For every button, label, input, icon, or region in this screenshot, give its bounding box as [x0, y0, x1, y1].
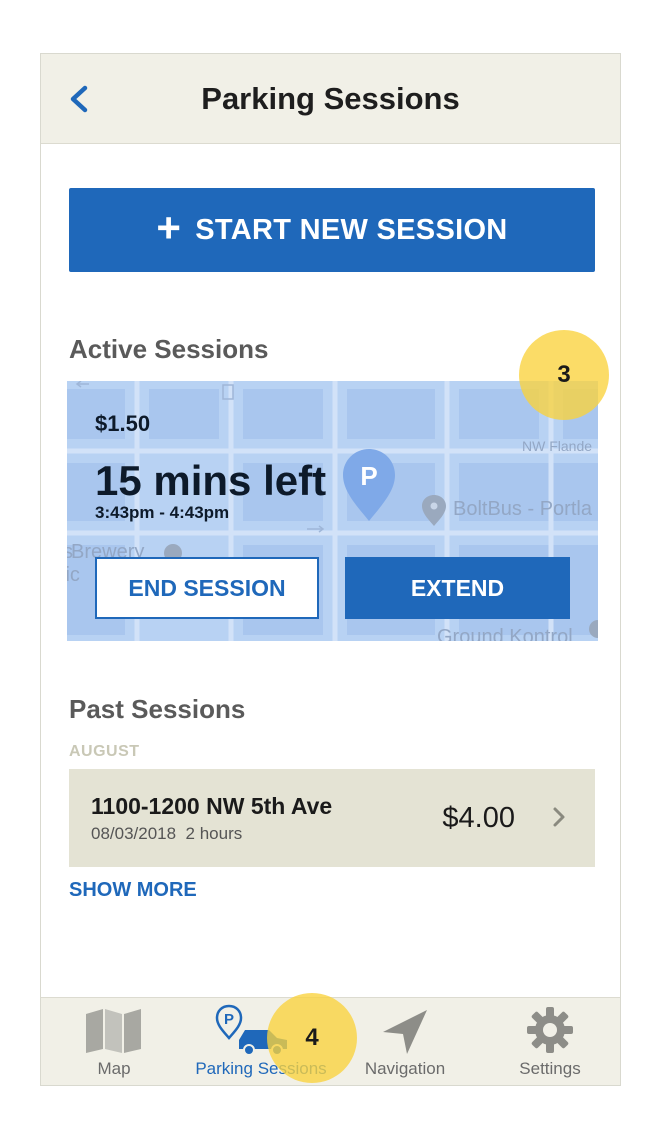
start-new-session-button[interactable]: + START NEW SESSION [69, 188, 595, 272]
tab-map-label: Map [97, 1059, 131, 1078]
header-bar: Parking Sessions [41, 54, 620, 144]
phone-screen: Parking Sessions + START NEW SESSION Act… [40, 53, 621, 1086]
session-price: $1.50 [95, 411, 151, 436]
map-label-street: NW Flande [522, 438, 592, 454]
past-sessions-heading: Past Sessions [69, 694, 246, 724]
session-time-left: 15 mins left [95, 457, 327, 504]
svg-text:P: P [360, 461, 377, 491]
end-session-button[interactable]: END SESSION [95, 557, 319, 619]
past-session-meta: 08/03/2018 2 hours [91, 824, 242, 844]
tab-map[interactable]: Map [69, 998, 159, 1085]
active-sessions-heading: Active Sessions [69, 334, 269, 364]
tab-settings-label: Settings [519, 1059, 581, 1078]
start-new-session-label: START NEW SESSION [195, 213, 508, 246]
plus-icon: + [156, 204, 182, 251]
month-label: AUGUST [69, 743, 140, 760]
annotation-badge-3: 3 [519, 330, 609, 420]
map-label-boltbus: BoltBus - Portla [453, 498, 593, 520]
map-label-lic: lic [67, 564, 80, 586]
svg-text:P: P [224, 1011, 234, 1028]
active-session-card: P NW Flande BoltBus - Portla Brewery s l… [67, 381, 598, 641]
tab-navigation[interactable]: Navigation [359, 998, 451, 1085]
map-label-s: s [67, 541, 73, 563]
navigation-arrow-icon [383, 1010, 427, 1054]
gear-icon [527, 1007, 573, 1053]
tab-settings[interactable]: Settings [505, 998, 595, 1085]
chevron-right-icon [553, 807, 565, 827]
map-icon [86, 1009, 141, 1053]
past-session-address: 1100-1200 NW 5th Ave [91, 793, 333, 819]
past-session-date: 08/03/2018 [91, 824, 177, 843]
show-more-link[interactable]: SHOW MORE [69, 879, 197, 902]
past-session-row[interactable]: 1100-1200 NW 5th Ave 08/03/2018 2 hours … [69, 769, 595, 867]
extend-button[interactable]: EXTEND [345, 557, 570, 619]
tab-navigation-label: Navigation [364, 1059, 446, 1078]
session-time-range: 3:43pm - 4:43pm [95, 503, 230, 522]
annotation-badge-4: 4 [267, 993, 357, 1083]
page-title: Parking Sessions [201, 81, 460, 116]
map-label-ground-kontrol: Ground Kontrol [437, 626, 573, 641]
past-session-duration: 2 hours [185, 824, 243, 843]
past-session-amount: $4.00 [442, 802, 515, 834]
